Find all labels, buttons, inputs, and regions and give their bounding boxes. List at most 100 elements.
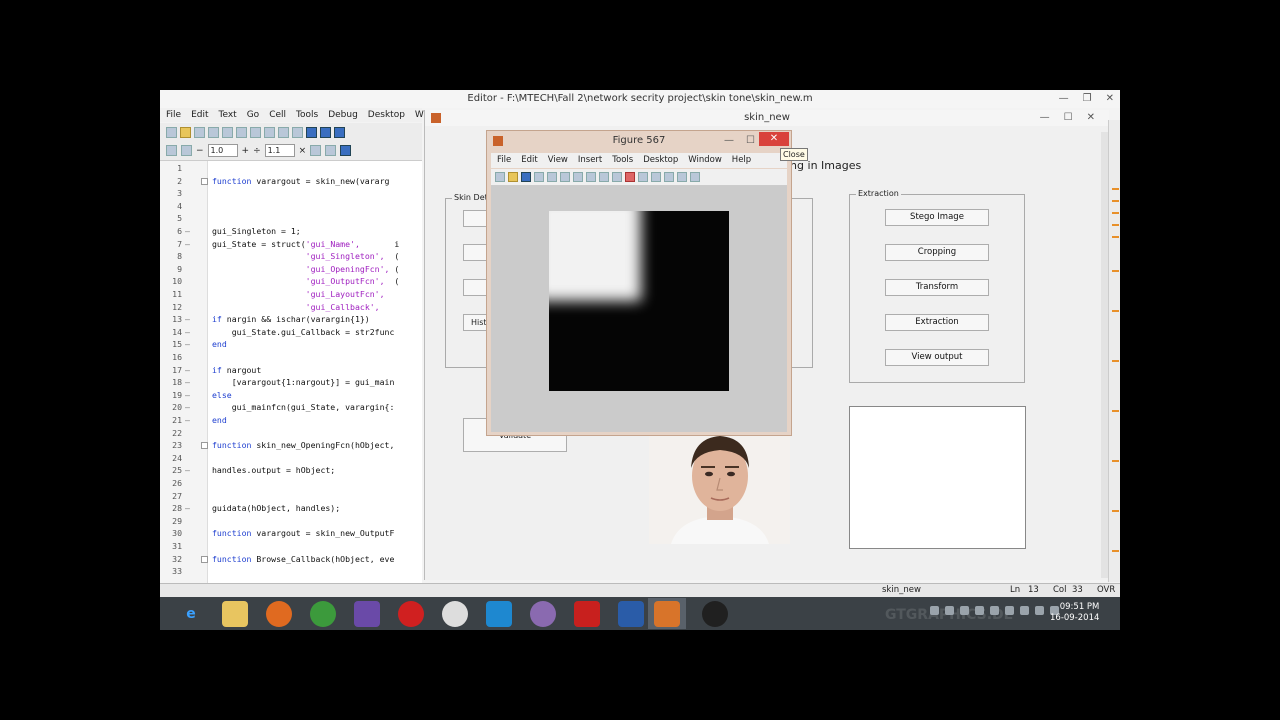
paste-icon[interactable]	[236, 126, 247, 138]
breakpoint-dash[interactable]: –	[185, 502, 190, 515]
figure-menu-insert[interactable]: Insert	[578, 153, 602, 168]
divide-button[interactable]: ÷	[253, 146, 261, 156]
editor-menu-desktop[interactable]: Desktop	[368, 108, 405, 122]
figure-menu-file[interactable]: File	[497, 153, 511, 168]
breakpoint-dash[interactable]: –	[185, 338, 190, 351]
breakpoint-dash[interactable]: –	[185, 376, 190, 389]
figure-menu-window[interactable]: Window	[688, 153, 722, 168]
open-folder-icon[interactable]	[180, 126, 191, 138]
clock[interactable]: 09:51 PM 16-09-2014	[1050, 602, 1099, 624]
gui-close-button[interactable]: ✕	[1087, 110, 1095, 126]
tray-icon[interactable]	[975, 606, 984, 615]
cell-advance-icon[interactable]	[325, 145, 337, 156]
editor-close-button[interactable]: ✕	[1106, 90, 1114, 108]
network-icon[interactable]	[1020, 606, 1029, 615]
breakpoint-dash[interactable]: –	[185, 401, 190, 414]
fold-toggle-icon[interactable]	[201, 442, 208, 450]
media-player-icon[interactable]	[530, 601, 556, 627]
pointer-icon[interactable]	[547, 172, 557, 182]
decrement-button[interactable]: −	[196, 146, 204, 156]
volume-icon[interactable]	[1035, 606, 1044, 615]
editor-minimize-button[interactable]: —	[1059, 90, 1069, 108]
zoom-in-icon[interactable]	[560, 172, 570, 182]
editor-menu-edit[interactable]: Edit	[191, 108, 208, 122]
matlab-icon[interactable]	[654, 601, 680, 627]
figure-menu-desktop[interactable]: Desktop	[643, 153, 678, 168]
ccleaner-icon[interactable]	[442, 601, 468, 627]
new-file-icon[interactable]	[166, 126, 177, 138]
figure-maximize-button[interactable]: ☐	[746, 131, 755, 151]
editor-menu-text[interactable]: Text	[219, 108, 237, 122]
indent-value-field[interactable]: 1.0	[207, 144, 238, 157]
breakpoint-dash[interactable]: –	[185, 389, 190, 402]
function-icon[interactable]	[334, 126, 345, 138]
print-figure-icon[interactable]	[534, 172, 544, 182]
tray-icon[interactable]	[1005, 606, 1014, 615]
editor-menu-tools[interactable]: Tools	[296, 108, 318, 122]
figure-close-button[interactable]: ✕	[759, 132, 789, 146]
forward-arrow-icon[interactable]	[320, 126, 331, 138]
redo-icon[interactable]	[264, 126, 275, 138]
chrome-icon[interactable]	[310, 601, 336, 627]
editor-menu-go[interactable]: Go	[247, 108, 259, 122]
find-icon[interactable]	[292, 126, 303, 138]
transform-button[interactable]: Transform	[885, 279, 989, 296]
tray-icon[interactable]	[990, 606, 999, 615]
breakpoint-dash[interactable]: –	[185, 313, 190, 326]
open-file-icon[interactable]	[508, 172, 518, 182]
maxthon-icon[interactable]	[486, 601, 512, 627]
cell-mode-icon[interactable]	[166, 145, 177, 156]
help-icon[interactable]	[340, 145, 352, 156]
zoom-out-icon[interactable]	[573, 172, 583, 182]
figure-minimize-button[interactable]: —	[724, 131, 734, 151]
cell-eval-icon[interactable]	[181, 145, 192, 156]
print-icon[interactable]	[278, 126, 289, 138]
brush-icon[interactable]	[625, 172, 635, 182]
figure-menu-edit[interactable]: Edit	[521, 153, 537, 168]
save-figure-icon[interactable]	[521, 172, 531, 182]
breakpoint-dash[interactable]: –	[185, 464, 190, 477]
breakpoint-dash[interactable]: –	[185, 364, 190, 377]
fold-toggle-icon[interactable]	[201, 177, 208, 185]
undo-icon[interactable]	[250, 126, 261, 138]
show-plot-tools-icon[interactable]	[690, 172, 700, 182]
back-arrow-icon[interactable]	[306, 126, 317, 138]
gui-maximize-button[interactable]: ☐	[1064, 110, 1073, 126]
cut-icon[interactable]	[208, 126, 219, 138]
breakpoint-dash[interactable]: –	[185, 238, 190, 251]
editor-menu-debug[interactable]: Debug	[328, 108, 358, 122]
new-figure-icon[interactable]	[495, 172, 505, 182]
multiply-button[interactable]: ×	[299, 146, 307, 156]
copy-icon[interactable]	[222, 126, 233, 138]
visual-studio-icon[interactable]	[354, 601, 380, 627]
opera-icon[interactable]	[398, 601, 424, 627]
editor-menu-file[interactable]: File	[166, 108, 181, 122]
fold-toggle-icon[interactable]	[201, 555, 208, 563]
legend-icon[interactable]	[664, 172, 674, 182]
figure-menu-view[interactable]: View	[548, 153, 568, 168]
stego-image-button[interactable]: Stego Image	[885, 209, 989, 226]
internet-explorer-icon[interactable]: e	[178, 601, 204, 627]
save-icon[interactable]	[194, 126, 205, 138]
extraction-button[interactable]: Extraction	[885, 314, 989, 331]
breakpoint-dash[interactable]: –	[185, 225, 190, 238]
tray-icon[interactable]	[930, 606, 939, 615]
spacing-value-field[interactable]: 1.1	[264, 144, 295, 157]
word-icon[interactable]	[618, 601, 644, 627]
increment-button[interactable]: +	[242, 146, 250, 156]
camera-app-icon[interactable]	[702, 601, 728, 627]
figure-menu-tools[interactable]: Tools	[612, 153, 633, 168]
acrobat-icon[interactable]	[574, 601, 600, 627]
cropping-button[interactable]: Cropping	[885, 244, 989, 261]
breakpoint-dash[interactable]: –	[185, 414, 190, 427]
view-output-button[interactable]: View output	[885, 349, 989, 366]
colorbar-icon[interactable]	[651, 172, 661, 182]
pan-hand-icon[interactable]	[586, 172, 596, 182]
tray-icon[interactable]	[945, 606, 954, 615]
code-editor[interactable]: 1 2 function varargout = skin_new(vararg 3 4…	[160, 161, 422, 583]
tray-icon[interactable]	[960, 606, 969, 615]
breakpoint-dash[interactable]: –	[185, 326, 190, 339]
editor-restore-button[interactable]: ❐	[1083, 90, 1092, 108]
firefox-icon[interactable]	[266, 601, 292, 627]
hide-plot-tools-icon[interactable]	[677, 172, 687, 182]
